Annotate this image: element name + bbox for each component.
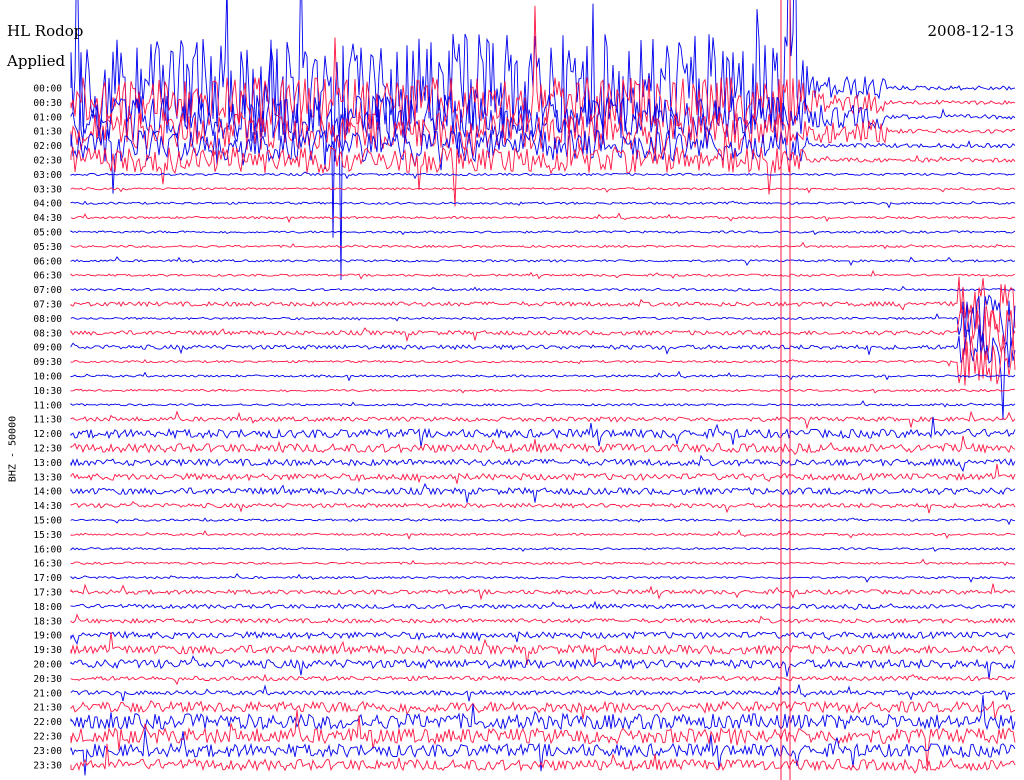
row-time-label: 21:30 [33,703,62,714]
filter-status: Applied [7,52,66,70]
trace-row [70,546,1016,552]
row-time-label: 22:30 [33,732,62,743]
row-time-label: 09:00 [33,343,62,354]
row-time-label: 11:30 [33,415,62,426]
row-time-label: 12:30 [33,444,62,455]
row-time-label: 04:30 [33,213,62,224]
row-time-label: 08:00 [33,314,62,325]
trace-row [70,482,1016,503]
trace-row [70,613,1016,624]
trace-row [70,306,1016,361]
trace-row [70,600,1016,611]
row-time-label: 15:30 [33,530,62,541]
trace-row [70,388,1015,394]
trace-row [70,276,1016,333]
row-time-label: 10:30 [33,386,62,397]
trace-row [70,115,1016,207]
row-time-label: 00:30 [33,98,62,109]
row-time-label: 12:00 [33,429,62,440]
row-time-label: 01:30 [33,127,62,138]
station-title: HL Rodop [7,22,84,40]
row-time-label: 01:00 [33,112,62,123]
row-time-label: 23:30 [33,760,62,771]
row-time-label: 20:00 [33,660,62,671]
row-time-label: 09:30 [33,357,62,368]
row-time-label: 16:00 [33,544,62,555]
row-time-label: 15:00 [33,516,62,527]
row-time-label: 19:00 [33,631,62,642]
row-time-label: 18:30 [33,616,62,627]
row-time-label: 07:30 [33,300,62,311]
trace-row [70,256,1016,267]
trace-row [70,673,1016,686]
trace-row [70,517,1016,526]
trace-row [70,200,1016,209]
row-time-label: 05:00 [33,228,62,239]
trace-row [70,558,1016,566]
trace-row [70,400,1016,408]
trace-row [70,0,1016,281]
row-time-label: 18:00 [33,602,62,613]
trace-row [70,410,1016,430]
trace-row [70,187,1016,194]
row-time-label: 06:00 [33,256,62,267]
helicorder-plot: 00:00 00:30 01:00 01:30 02:00 02:30 03:00 03:30… [33,0,1016,780]
trace-row [70,684,1016,702]
row-time-label: 13:00 [33,458,62,469]
trace-row [70,630,1016,645]
trace-row [70,370,1016,382]
row-time-label: 17:00 [33,573,62,584]
row-time-label: 02:00 [33,141,62,152]
trace-row [70,463,1016,484]
row-time-label: 16:30 [33,559,62,570]
row-time-label: 06:30 [33,271,62,282]
row-time-label: 23:00 [33,746,62,757]
row-time-label: 02:30 [33,156,62,167]
trace-row [70,529,1016,540]
trace-row [70,632,1016,666]
row-time-label: 05:30 [33,242,62,253]
row-time-label: 14:00 [33,487,62,498]
row-time-label: 08:30 [33,328,62,339]
trace-row [70,241,1016,250]
trace-row [70,743,1016,774]
row-time-label: 10:00 [33,372,62,383]
trace-row [70,572,1016,583]
channel-axis-label: BHZ - 50000 [7,415,19,483]
row-time-label: 20:30 [33,674,62,685]
row-time-label: 00:00 [33,84,62,95]
trace-row [70,435,1016,456]
row-time-label: 17:30 [33,588,62,599]
row-time-label: 11:00 [33,400,62,411]
trace-row [70,583,1016,601]
row-time-label: 03:00 [33,170,62,181]
row-time-label: 21:00 [33,688,62,699]
row-time-label: 04:00 [33,199,62,210]
trace-row [70,212,1016,224]
row-time-label: 19:30 [33,645,62,656]
trace-row [70,334,1016,386]
trace-row [70,454,1016,473]
row-time-label: 07:00 [33,285,62,296]
row-time-label: 22:00 [33,717,62,728]
date-label: 2008-12-13 [927,22,1014,40]
trace-row [70,695,1016,731]
trace-row [70,285,1016,292]
trace-row [70,294,1016,346]
row-time-label: 14:30 [33,501,62,512]
trace-row [70,230,1016,236]
row-time-label: 13:30 [33,472,62,483]
trace-row [70,501,1016,514]
trace-row [70,269,1016,280]
trace-row [70,655,1016,680]
trace-row [70,171,1016,180]
row-time-label: 03:30 [33,184,62,195]
